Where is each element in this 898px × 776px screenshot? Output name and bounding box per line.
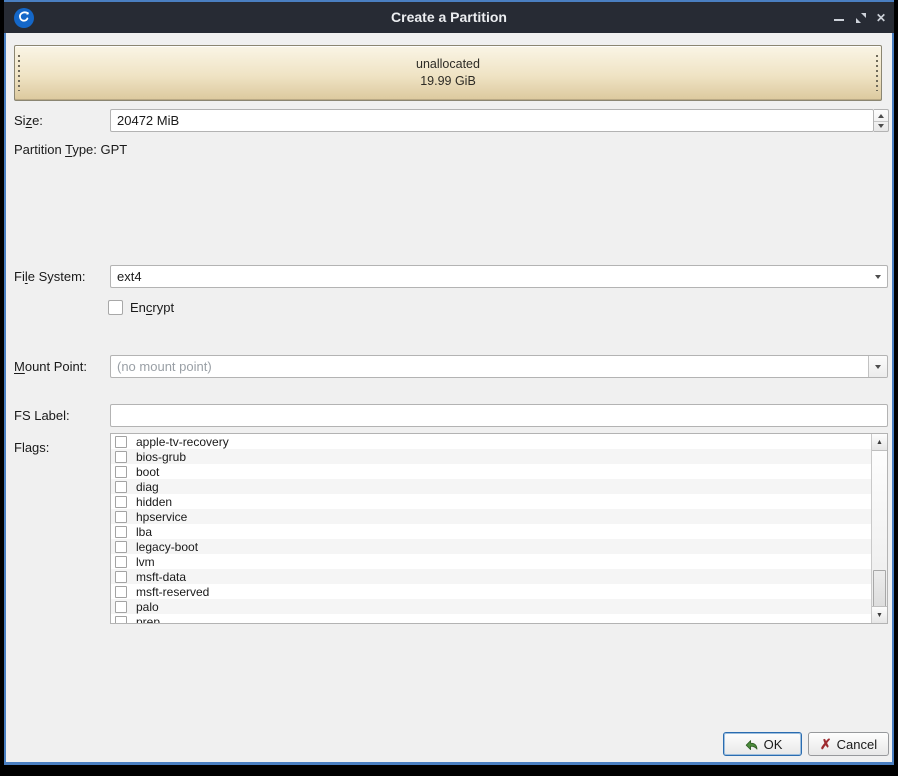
fs-label-label: FS Label: [14, 408, 70, 423]
spin-down-button[interactable] [874, 120, 888, 131]
cancel-button-label: Cancel [837, 737, 877, 752]
flag-label: lvm [136, 555, 155, 569]
flag-checkbox[interactable] [115, 466, 127, 478]
scrollbar-thumb[interactable] [873, 570, 886, 610]
preview-partition-size: 19.99 GiB [420, 73, 476, 90]
resize-handle-right[interactable] [875, 55, 879, 91]
screen: { "titlebar": { "title": "Create a Parti… [0, 0, 898, 776]
flag-checkbox[interactable] [115, 556, 127, 568]
scroll-down-icon: ▼ [876, 612, 883, 619]
flag-label: lba [136, 525, 152, 539]
size-label: Size: [14, 113, 43, 128]
flag-label: bios-grub [136, 450, 186, 464]
maximize-icon [855, 12, 867, 24]
titlebar[interactable]: Create a Partition ✕ [4, 0, 894, 33]
flag-label: msft-reserved [136, 585, 209, 599]
flag-checkbox[interactable] [115, 526, 127, 538]
size-input[interactable] [110, 109, 874, 132]
flag-label: hpservice [136, 510, 187, 524]
flag-row[interactable]: bios-grub [111, 449, 871, 464]
mount-point-placeholder: (no mount point) [111, 356, 868, 377]
minimize-icon [834, 19, 844, 21]
flags-list-rows: apple-tv-recovery bios-grub boot diag hi… [111, 434, 871, 623]
file-system-value: ext4 [111, 266, 869, 287]
chevron-down-icon [869, 266, 887, 287]
flag-checkbox[interactable] [115, 571, 127, 583]
flag-row[interactable]: palo [111, 599, 871, 614]
flags-scrollbar[interactable]: ▲ ▼ [871, 434, 887, 623]
file-system-label: File System: [14, 269, 86, 284]
flag-checkbox[interactable] [115, 616, 127, 624]
flag-label: diag [136, 480, 159, 494]
flag-row[interactable]: prep [111, 614, 871, 623]
flag-row[interactable]: boot [111, 464, 871, 479]
ok-button-label: OK [764, 737, 783, 752]
flag-checkbox[interactable] [115, 511, 127, 523]
scroll-down-button[interactable]: ▼ [872, 606, 887, 623]
chevron-down-icon[interactable] [868, 356, 887, 377]
partition-preview: unallocated 19.99 GiB [14, 45, 882, 101]
flag-label: legacy-boot [136, 540, 198, 554]
encrypt-label: Encrypt [130, 300, 174, 315]
flag-row[interactable]: legacy-boot [111, 539, 871, 554]
flag-row[interactable]: lvm [111, 554, 871, 569]
close-button[interactable]: ✕ [870, 2, 892, 33]
flag-row[interactable]: msft-reserved [111, 584, 871, 599]
flag-label: boot [136, 465, 159, 479]
dialog-body: unallocated 19.99 GiB Size: Partition Ty… [4, 33, 894, 765]
encrypt-checkbox[interactable] [108, 300, 123, 315]
flag-checkbox[interactable] [115, 541, 127, 553]
file-system-combobox[interactable]: ext4 [110, 265, 888, 288]
fs-label-input[interactable] [110, 404, 888, 427]
size-spinner [874, 109, 889, 132]
dialog-window: Create a Partition ✕ unallocated 19.99 G… [4, 0, 894, 765]
flag-row[interactable]: msft-data [111, 569, 871, 584]
flag-checkbox[interactable] [115, 496, 127, 508]
flag-checkbox[interactable] [115, 451, 127, 463]
partition-type-label: Partition Type: GPT [14, 142, 127, 157]
mount-point-label: Mount Point: [14, 359, 87, 374]
preview-partition-name: unallocated [416, 56, 480, 73]
close-icon: ✕ [876, 11, 886, 25]
ok-arrow-icon [743, 736, 759, 752]
spin-up-icon [878, 114, 884, 118]
flag-row[interactable]: apple-tv-recovery [111, 434, 871, 449]
minimize-button[interactable] [828, 2, 850, 33]
app-logo-icon [13, 7, 35, 29]
spin-down-icon [878, 124, 884, 128]
maximize-button[interactable] [850, 2, 872, 33]
flag-label: hidden [136, 495, 172, 509]
cancel-button[interactable]: ✗ Cancel [808, 732, 889, 756]
window-title: Create a Partition [4, 2, 894, 33]
flag-label: apple-tv-recovery [136, 435, 229, 449]
partition-type-value: GPT [101, 142, 128, 157]
flag-checkbox[interactable] [115, 586, 127, 598]
flag-row[interactable]: diag [111, 479, 871, 494]
mount-point-combobox[interactable]: (no mount point) [110, 355, 888, 378]
encrypt-checkbox-row[interactable]: Encrypt [108, 300, 174, 315]
flag-checkbox[interactable] [115, 481, 127, 493]
flag-row[interactable]: hidden [111, 494, 871, 509]
flag-row[interactable]: hpservice [111, 509, 871, 524]
flag-checkbox[interactable] [115, 436, 127, 448]
resize-handle-left[interactable] [17, 55, 21, 91]
flag-label: msft-data [136, 570, 186, 584]
flag-label: prep [136, 615, 160, 624]
scroll-up-button[interactable]: ▲ [872, 434, 887, 451]
flag-label: palo [136, 600, 159, 614]
cancel-x-icon: ✗ [820, 737, 832, 751]
flags-label: Flags: [14, 440, 49, 455]
flag-checkbox[interactable] [115, 601, 127, 613]
scroll-up-icon: ▲ [876, 439, 883, 446]
flag-row[interactable]: lba [111, 524, 871, 539]
ok-button[interactable]: OK [723, 732, 802, 756]
flags-list: apple-tv-recovery bios-grub boot diag hi… [110, 433, 888, 624]
